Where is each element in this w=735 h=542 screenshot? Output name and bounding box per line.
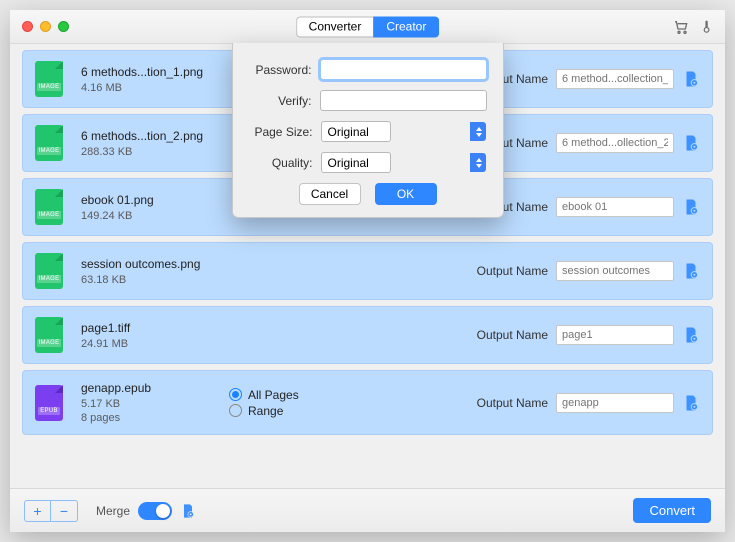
password-input[interactable] — [320, 59, 487, 80]
ok-button[interactable]: OK — [375, 183, 437, 205]
app-window: Converter Creator IMAGE6 methods...tion_… — [10, 10, 725, 532]
settings-sheet: Password: Verify: Page Size: Original Qu… — [232, 43, 504, 218]
verify-input[interactable] — [320, 90, 487, 111]
password-label: Password: — [249, 63, 320, 77]
verify-label: Verify: — [249, 94, 320, 108]
quality-label: Quality: — [249, 156, 321, 170]
pagesize-label: Page Size: — [249, 125, 321, 139]
cancel-button[interactable]: Cancel — [299, 183, 361, 205]
quality-select[interactable]: Original — [321, 152, 391, 173]
pagesize-select[interactable]: Original — [321, 121, 391, 142]
